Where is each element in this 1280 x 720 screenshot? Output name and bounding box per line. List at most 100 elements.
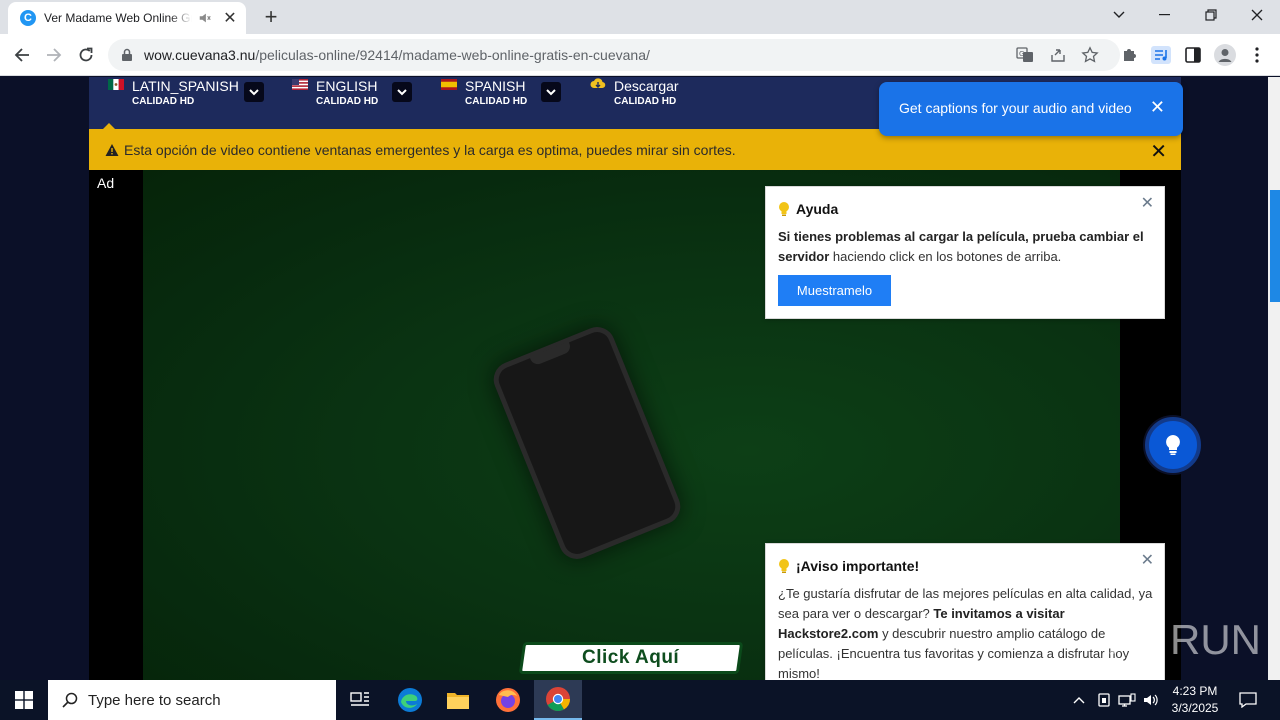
side-panel-icon[interactable] — [1180, 42, 1206, 68]
click-here-label: Click Aquí — [582, 647, 680, 668]
notice-card-title: ¡Aviso importante! — [796, 558, 920, 574]
network-icon[interactable] — [1116, 680, 1138, 720]
minimize-button[interactable] — [1142, 0, 1188, 30]
media-controls-icon[interactable] — [1148, 42, 1174, 68]
clock-time: 4:23 PM — [1172, 684, 1218, 698]
download-option[interactable]: Descargar CALIDAD HD — [590, 77, 700, 129]
reload-button[interactable] — [70, 39, 102, 71]
lock-icon[interactable] — [120, 48, 134, 62]
folder-icon — [447, 693, 469, 709]
svg-text:G: G — [1019, 50, 1024, 58]
url-text: wow.cuevana3.nu/peliculas-online/92414/m… — [144, 47, 650, 63]
back-button[interactable] — [6, 39, 38, 71]
lightbulb-icon — [779, 559, 789, 573]
usa-flag-icon — [292, 79, 308, 90]
taskbar-clock[interactable]: 4:23 PM 3/3/2025 — [1160, 683, 1230, 717]
help-card: Ayuda ✕ Si tienes problemas al cargar la… — [765, 186, 1165, 319]
show-hidden-icons-chevron-icon[interactable] — [1068, 680, 1090, 720]
floating-help-button[interactable] — [1145, 417, 1201, 473]
chevron-down-icon[interactable] — [392, 82, 412, 102]
tab-close-icon[interactable]: ✕ — [222, 8, 238, 28]
click-here-ad-button[interactable]: Click Aquí — [518, 642, 744, 674]
warning-triangle-icon — [105, 143, 119, 156]
help-card-body: Si tienes problemas al cargar la películ… — [778, 227, 1156, 267]
chrome-icon — [546, 687, 570, 712]
server-name: ENGLISH — [316, 78, 378, 94]
spain-flag-icon — [441, 79, 457, 90]
server-name: Descargar — [614, 78, 679, 94]
server-quality: CALIDAD HD — [132, 96, 195, 107]
file-explorer-button[interactable] — [434, 680, 482, 720]
help-card-close-icon[interactable]: ✕ — [1141, 193, 1154, 213]
task-view-icon — [350, 692, 369, 706]
browser-titlebar: C Ver Madame Web Online Gratis en Cuevan… — [0, 0, 1280, 34]
warning-close-button[interactable]: ✕ — [1150, 139, 1167, 164]
task-view-button[interactable] — [336, 680, 384, 720]
edge-app-button[interactable] — [386, 680, 434, 720]
share-icon[interactable] — [1045, 42, 1071, 68]
windows-logo-icon — [15, 691, 33, 709]
chrome-app-button[interactable] — [534, 680, 582, 720]
tab-search-chevron-icon[interactable] — [1096, 0, 1142, 30]
ad-label: Ad — [97, 175, 115, 191]
url-path: /peliculas-online/92414/madame-web-onlin… — [255, 47, 650, 63]
caption-toast-close-icon[interactable]: ✕ — [1150, 97, 1165, 118]
caption-toast-text: Get captions for your audio and video — [899, 100, 1132, 116]
web-page: LATIN_SPANISH CALIDAD HD ENGLISH CALIDAD… — [0, 77, 1268, 680]
server-quality: CALIDAD HD — [614, 96, 677, 107]
chevron-down-icon[interactable] — [244, 82, 264, 102]
browser-toolbar: wow.cuevana3.nu/peliculas-online/92414/m… — [0, 34, 1280, 76]
windows-taskbar: Type here to search 4:23 PM 3/3/2025 — [0, 680, 1280, 720]
warning-text: Esta opción de video contiene ventanas e… — [124, 141, 736, 158]
extensions-puzzle-icon[interactable] — [1117, 42, 1143, 68]
chrome-menu-icon[interactable] — [1244, 42, 1270, 68]
edge-icon — [398, 688, 422, 712]
profile-avatar-icon[interactable] — [1212, 42, 1238, 68]
server-name: LATIN_SPANISH — [132, 78, 239, 94]
new-tab-button[interactable]: + — [258, 4, 284, 30]
server-english[interactable]: ENGLISH CALIDAD HD — [292, 77, 422, 129]
volume-icon[interactable] — [1140, 680, 1162, 720]
bookmark-star-icon[interactable] — [1077, 42, 1103, 68]
phone-graphic — [488, 321, 686, 565]
url-host: wow.cuevana3.nu — [144, 47, 256, 63]
lightbulb-icon — [1166, 435, 1180, 455]
restore-button[interactable] — [1188, 0, 1234, 30]
download-cloud-icon — [590, 78, 606, 89]
translate-icon[interactable]: G — [1012, 42, 1038, 68]
taskbar-search-placeholder: Type here to search — [88, 691, 221, 709]
close-window-button[interactable] — [1234, 0, 1280, 30]
device-icon[interactable] — [1093, 680, 1115, 720]
chevron-down-icon[interactable] — [541, 82, 561, 102]
show-me-button[interactable]: Muestramelo — [778, 275, 891, 306]
firefox-icon — [496, 688, 520, 712]
server-quality: CALIDAD HD — [316, 96, 379, 107]
taskbar-search-box[interactable]: Type here to search — [48, 680, 336, 720]
help-card-title: Ayuda — [796, 201, 839, 217]
clock-date: 3/3/2025 — [1171, 701, 1219, 715]
server-quality: CALIDAD HD — [465, 96, 528, 107]
notice-card-close-icon[interactable]: ✕ — [1141, 550, 1154, 570]
live-caption-toast: Get captions for your audio and video ✕ — [879, 82, 1183, 136]
server-spanish[interactable]: SPANISH CALIDAD HD — [441, 77, 571, 129]
tab-title: Ver Madame Web Online Gratis en Cuevana — [44, 11, 192, 25]
anyrun-watermark: RUN — [1040, 610, 1261, 670]
notification-icon — [1239, 692, 1257, 708]
watermark-text: RUN — [1170, 616, 1261, 663]
start-button[interactable] — [0, 680, 48, 720]
speaker-muted-icon[interactable] — [198, 11, 212, 25]
help-card-body-rest: haciendo click en los botones de arriba. — [829, 249, 1062, 264]
forward-button[interactable] — [38, 39, 70, 71]
browser-tab-active[interactable]: C Ver Madame Web Online Gratis en Cuevan… — [8, 2, 246, 34]
lightbulb-icon — [779, 202, 789, 216]
firefox-app-button[interactable] — [484, 680, 532, 720]
server-name: SPANISH — [465, 78, 526, 94]
search-icon — [62, 692, 78, 708]
mexico-flag-icon — [108, 79, 124, 90]
server-latin-spanish[interactable]: LATIN_SPANISH CALIDAD HD — [108, 77, 268, 129]
page-scrollbar-track[interactable] — [1268, 77, 1280, 680]
address-bar[interactable]: wow.cuevana3.nu/peliculas-online/92414/m… — [108, 39, 1120, 71]
page-scrollbar-thumb[interactable] — [1270, 190, 1280, 302]
action-center-button[interactable] — [1232, 680, 1264, 720]
cuevana-favicon-icon: C — [20, 10, 36, 26]
